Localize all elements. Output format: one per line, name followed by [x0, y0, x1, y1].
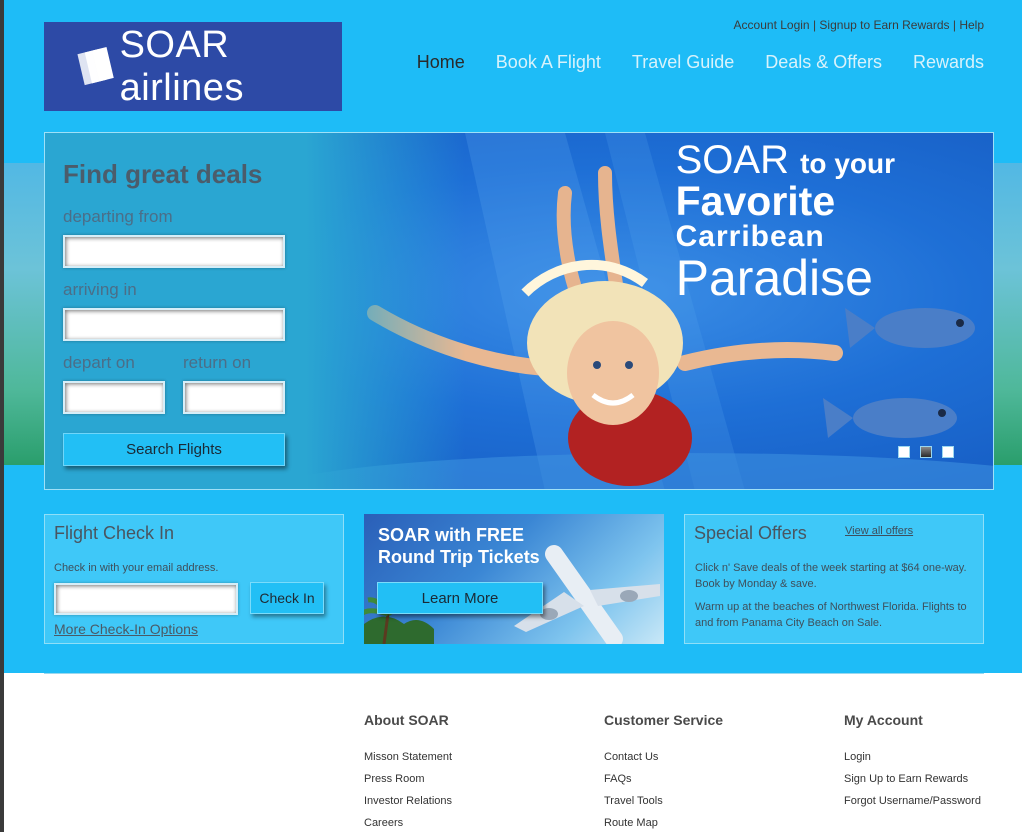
footer-account-title: My Account [844, 712, 923, 728]
offer-1-text: Click n' Save deals of the week starting… [695, 562, 967, 590]
search-flights-button[interactable]: Search Flights [63, 433, 285, 466]
nav-travel-guide[interactable]: Travel Guide [632, 52, 734, 73]
more-check-in-options-link[interactable]: More Check-In Options [54, 621, 198, 637]
slogan-brand: SOAR [675, 138, 789, 182]
hero-slogan: SOAR to your Favorite Carribean Paradise [676, 139, 895, 305]
hero-banner: Find great deals departing from arriving… [44, 132, 994, 490]
footer-link-faqs[interactable]: FAQs [604, 768, 723, 790]
departing-label: departing from [63, 207, 173, 226]
logo[interactable]: SOAR airlines [44, 22, 342, 111]
account-login-link[interactable]: Account Login [734, 18, 810, 32]
footer-link-investor-relations[interactable]: Investor Relations [364, 790, 452, 812]
promo-title: SOAR with FREE Round Trip Tickets [378, 524, 540, 568]
footer-link-forgot-password[interactable]: Forgot Username/Password [844, 790, 981, 812]
depart-on-label: depart on [63, 353, 135, 372]
check-in-email-input[interactable] [54, 583, 238, 615]
nav-home[interactable]: Home [417, 52, 465, 73]
free-tickets-promo: SOAR with FREE Round Trip Tickets Learn … [364, 514, 664, 644]
signup-link[interactable]: Signup to Earn Rewards [819, 18, 949, 32]
promo-title-line-2: Round Trip Tickets [378, 547, 540, 567]
search-title: Find great deals [63, 159, 263, 189]
logo-text: SOAR airlines [119, 23, 244, 109]
footer-about-title: About SOAR [364, 712, 449, 728]
help-link[interactable]: Help [959, 18, 984, 32]
slide-dot-2[interactable] [920, 446, 932, 458]
special-offers-title: Special Offers [694, 523, 807, 543]
return-on-input[interactable] [183, 381, 285, 414]
slogan-line-2: Favorite [675, 178, 836, 224]
slide-dot-1[interactable] [898, 446, 910, 458]
utility-separator: | [952, 18, 956, 32]
check-in-hint: Check in with your email address. [54, 562, 219, 574]
tickets-logo-icon [77, 46, 114, 85]
depart-on-input[interactable] [63, 381, 165, 414]
slogan-line-4: Paradise [675, 250, 873, 306]
footer-service-title: Customer Service [604, 712, 724, 728]
check-in-button[interactable]: Check In [250, 582, 324, 614]
nav-rewards[interactable]: Rewards [913, 52, 984, 73]
footer-account-column: My Account Login Sign Up to Earn Rewards… [844, 712, 981, 812]
slide-indicators [898, 446, 954, 458]
promo-title-line-1: SOAR with FREE [378, 525, 525, 545]
utility-links: Account Login | Signup to Earn Rewards |… [734, 18, 984, 32]
footer-link-press-room[interactable]: Press Room [364, 768, 452, 790]
footer-link-travel-tools[interactable]: Travel Tools [604, 790, 723, 812]
departing-input[interactable] [63, 235, 285, 268]
footer-divider [44, 673, 984, 674]
footer-service-column: Customer Service Contact Us FAQs Travel … [604, 712, 723, 832]
slogan-line-1: SOAR to your [676, 139, 895, 181]
footer-link-careers[interactable]: Careers [364, 812, 452, 832]
learn-more-button[interactable]: Learn More [377, 582, 543, 614]
footer-link-route-map[interactable]: Route Map [604, 812, 723, 832]
footer-link-login[interactable]: Login [844, 746, 981, 768]
slogan-line-3: Carribean [675, 220, 825, 253]
check-in-title: Flight Check In [54, 523, 175, 543]
footer-link-sign-up[interactable]: Sign Up to Earn Rewards [844, 768, 981, 790]
return-on-label: return on [183, 353, 252, 372]
slide-dot-3[interactable] [942, 446, 954, 458]
footer-link-mission[interactable]: Misson Statement [364, 746, 452, 768]
nav-book-a-flight[interactable]: Book A Flight [496, 52, 601, 73]
nav-deals-offers[interactable]: Deals & Offers [765, 52, 882, 73]
arriving-input[interactable] [63, 308, 285, 341]
footer-link-contact-us[interactable]: Contact Us [604, 746, 723, 768]
special-offers-panel: Special Offers View all offers Click n' … [684, 514, 984, 644]
arriving-label: arriving in [63, 280, 137, 299]
utility-separator: | [812, 18, 817, 32]
slogan-to-your: to your [800, 148, 895, 179]
footer-about-column: About SOAR Misson Statement Press Room I… [364, 712, 452, 832]
view-all-offers-link[interactable]: View all offers [845, 525, 913, 537]
main-nav: Home Book A Flight Travel Guide Deals & … [386, 52, 984, 73]
offer-2-text: Warm up at the beaches of Northwest Flor… [695, 601, 967, 629]
flight-check-in-panel: Flight Check In Check in with your email… [44, 514, 344, 644]
